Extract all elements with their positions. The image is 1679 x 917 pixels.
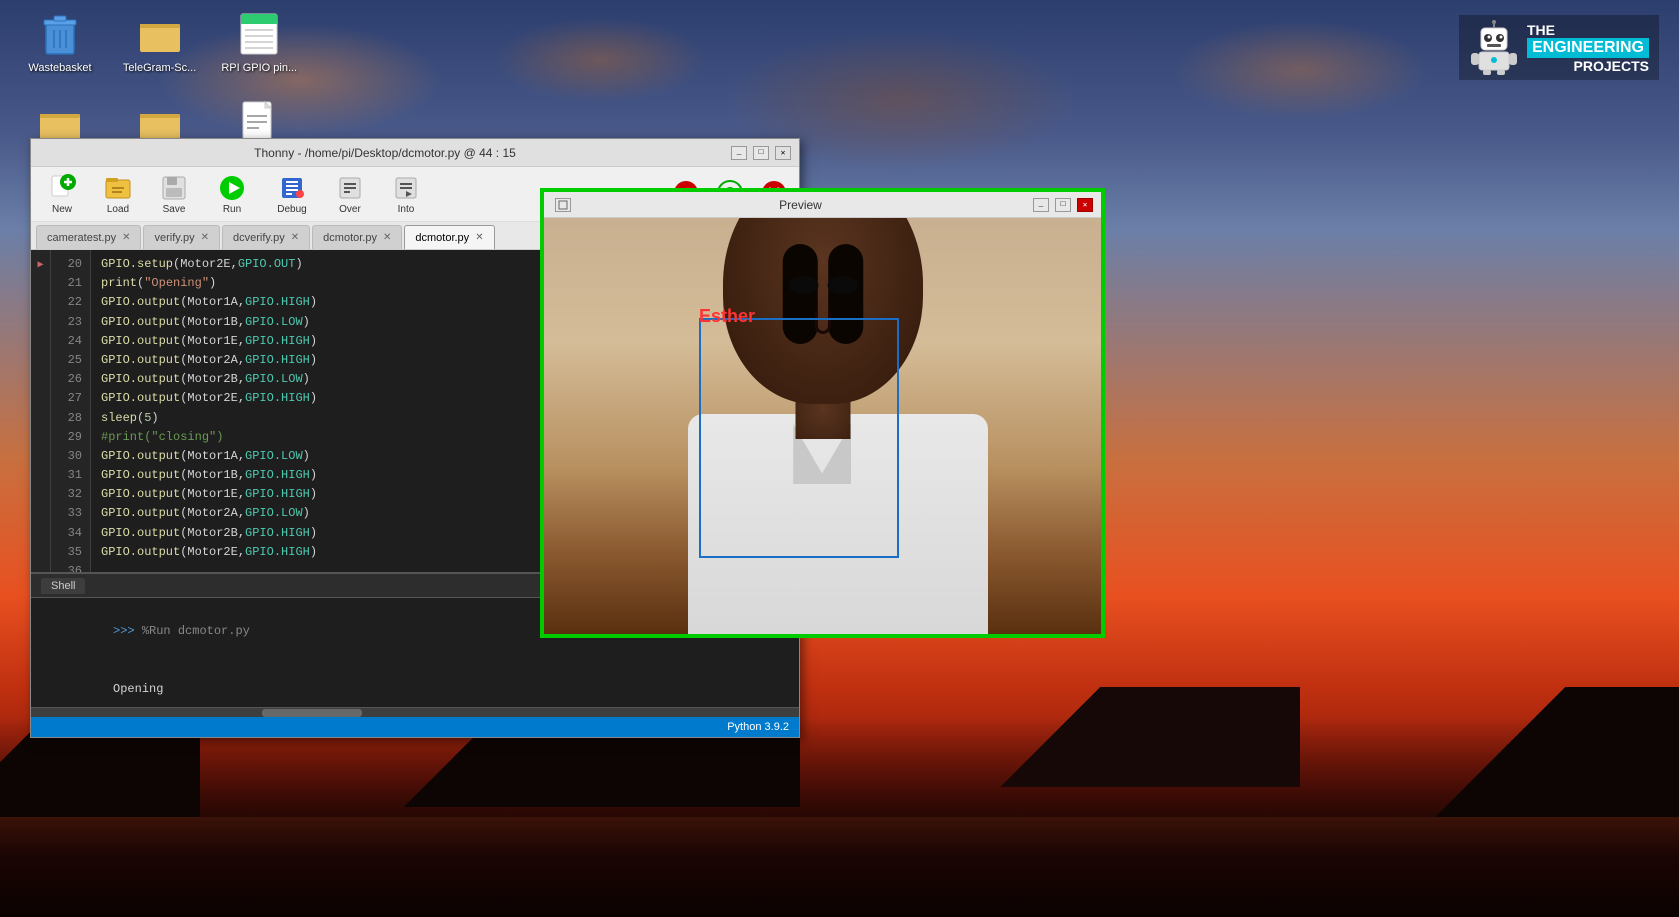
tab-dcmotor2-close[interactable]: ✕ (475, 232, 483, 243)
desktop-icon-rpi-gpio[interactable]: RPI GPIO pin... (219, 10, 299, 74)
left-eye (788, 276, 818, 294)
right-eye (827, 276, 857, 294)
rpi-gpio-label: RPI GPIO pin... (221, 62, 297, 74)
telegram-folder-icon (136, 10, 184, 58)
debug-icon (278, 174, 306, 202)
preview-right-controls: _ □ ✕ (1030, 198, 1093, 212)
robot-icon (1469, 20, 1519, 75)
preview-title: Preview (571, 198, 1030, 212)
load-icon (104, 174, 132, 202)
tab-dcverify-close[interactable]: ✕ (291, 232, 299, 243)
run-label: Run (223, 204, 241, 215)
over-button[interactable]: Over (324, 170, 376, 218)
desktop-icon-telegram[interactable]: TeleGram-Sc... (120, 10, 200, 74)
minimize-button[interactable]: _ (731, 146, 747, 160)
over-icon (336, 174, 364, 202)
save-label: Save (163, 204, 186, 215)
tab-cameratest[interactable]: cameratest.py ✕ (36, 225, 141, 249)
logo-text: THE ENGINEERING PROJECTS (1527, 22, 1649, 74)
into-button[interactable]: Into (380, 170, 432, 218)
camera-feed: Esther (544, 218, 1101, 634)
new-label: New (52, 204, 72, 215)
load-label: Load (107, 204, 129, 215)
wastebasket-icon (36, 10, 84, 58)
engineering-projects-logo: THE ENGINEERING PROJECTS (1459, 15, 1659, 80)
desktop-icon-wastebasket[interactable]: Wastebasket (20, 10, 100, 74)
preview-minimize[interactable]: _ (1033, 198, 1049, 212)
rpi-gpio-icon (235, 10, 283, 58)
horizontal-scrollbar[interactable] (31, 707, 799, 717)
tab-cameratest-close[interactable]: ✕ (122, 232, 130, 243)
tab-verify[interactable]: verify.py ✕ (143, 225, 220, 249)
logo-the: THE (1527, 22, 1649, 38)
h-scroll-thumb[interactable] (262, 709, 362, 717)
face-detection-box (699, 318, 899, 558)
water-reflection (0, 817, 1679, 917)
telegram-label: TeleGram-Sc... (123, 62, 196, 74)
tab-dcmotor1-close[interactable]: ✕ (383, 232, 391, 243)
preview-window: Preview _ □ ✕ (540, 188, 1105, 638)
line-numbers: 2021222324252627282930313233343536373839… (51, 250, 91, 572)
tab-verify-close[interactable]: ✕ (201, 232, 209, 243)
logo-engineering: ENGINEERING (1527, 38, 1649, 58)
close-button[interactable]: ✕ (775, 146, 791, 160)
over-label: Over (339, 204, 361, 215)
save-icon (160, 174, 188, 202)
preview-small-btn[interactable] (555, 198, 571, 212)
new-button[interactable]: New (36, 170, 88, 218)
new-icon (48, 174, 76, 202)
into-icon (392, 174, 420, 202)
into-label: Into (398, 204, 415, 215)
thonny-title: Thonny - /home/pi/Desktop/dcmotor.py @ 4… (39, 146, 731, 160)
debug-button[interactable]: Debug (264, 170, 320, 218)
desktop-icons-row1: Wastebasket TeleGram-Sc... RPI GPIO pin.… (20, 10, 309, 74)
thonny-title-bar: Thonny - /home/pi/Desktop/dcmotor.py @ 4… (31, 139, 799, 167)
preview-close[interactable]: ✕ (1077, 198, 1093, 212)
preview-title-bar: Preview _ □ ✕ (544, 192, 1101, 218)
status-bar: Python 3.9.2 (31, 717, 799, 737)
shell-tab-label[interactable]: Shell (41, 578, 85, 594)
save-button[interactable]: Save (148, 170, 200, 218)
window-controls: _ □ ✕ (731, 146, 791, 160)
tab-dcmotor2[interactable]: dcmotor.py ✕ (404, 225, 494, 249)
preview-left-controls (552, 198, 571, 212)
run-icon (218, 174, 246, 202)
load-button[interactable]: Load (92, 170, 144, 218)
code-gutter: ▶ (31, 250, 51, 572)
run-button[interactable]: Run (204, 170, 260, 218)
person-name-label: Esther (699, 306, 755, 327)
preview-maximize[interactable]: □ (1055, 198, 1071, 212)
tab-dcmotor1[interactable]: dcmotor.py ✕ (312, 225, 402, 249)
shell-line-2: Opening (41, 661, 789, 707)
wastebasket-label: Wastebasket (28, 62, 91, 74)
logo-projects: PROJECTS (1527, 58, 1649, 74)
python-version: Python 3.9.2 (727, 721, 789, 733)
maximize-button[interactable]: □ (753, 146, 769, 160)
debug-label: Debug (277, 204, 306, 215)
tab-dcverify[interactable]: dcverify.py ✕ (222, 225, 310, 249)
